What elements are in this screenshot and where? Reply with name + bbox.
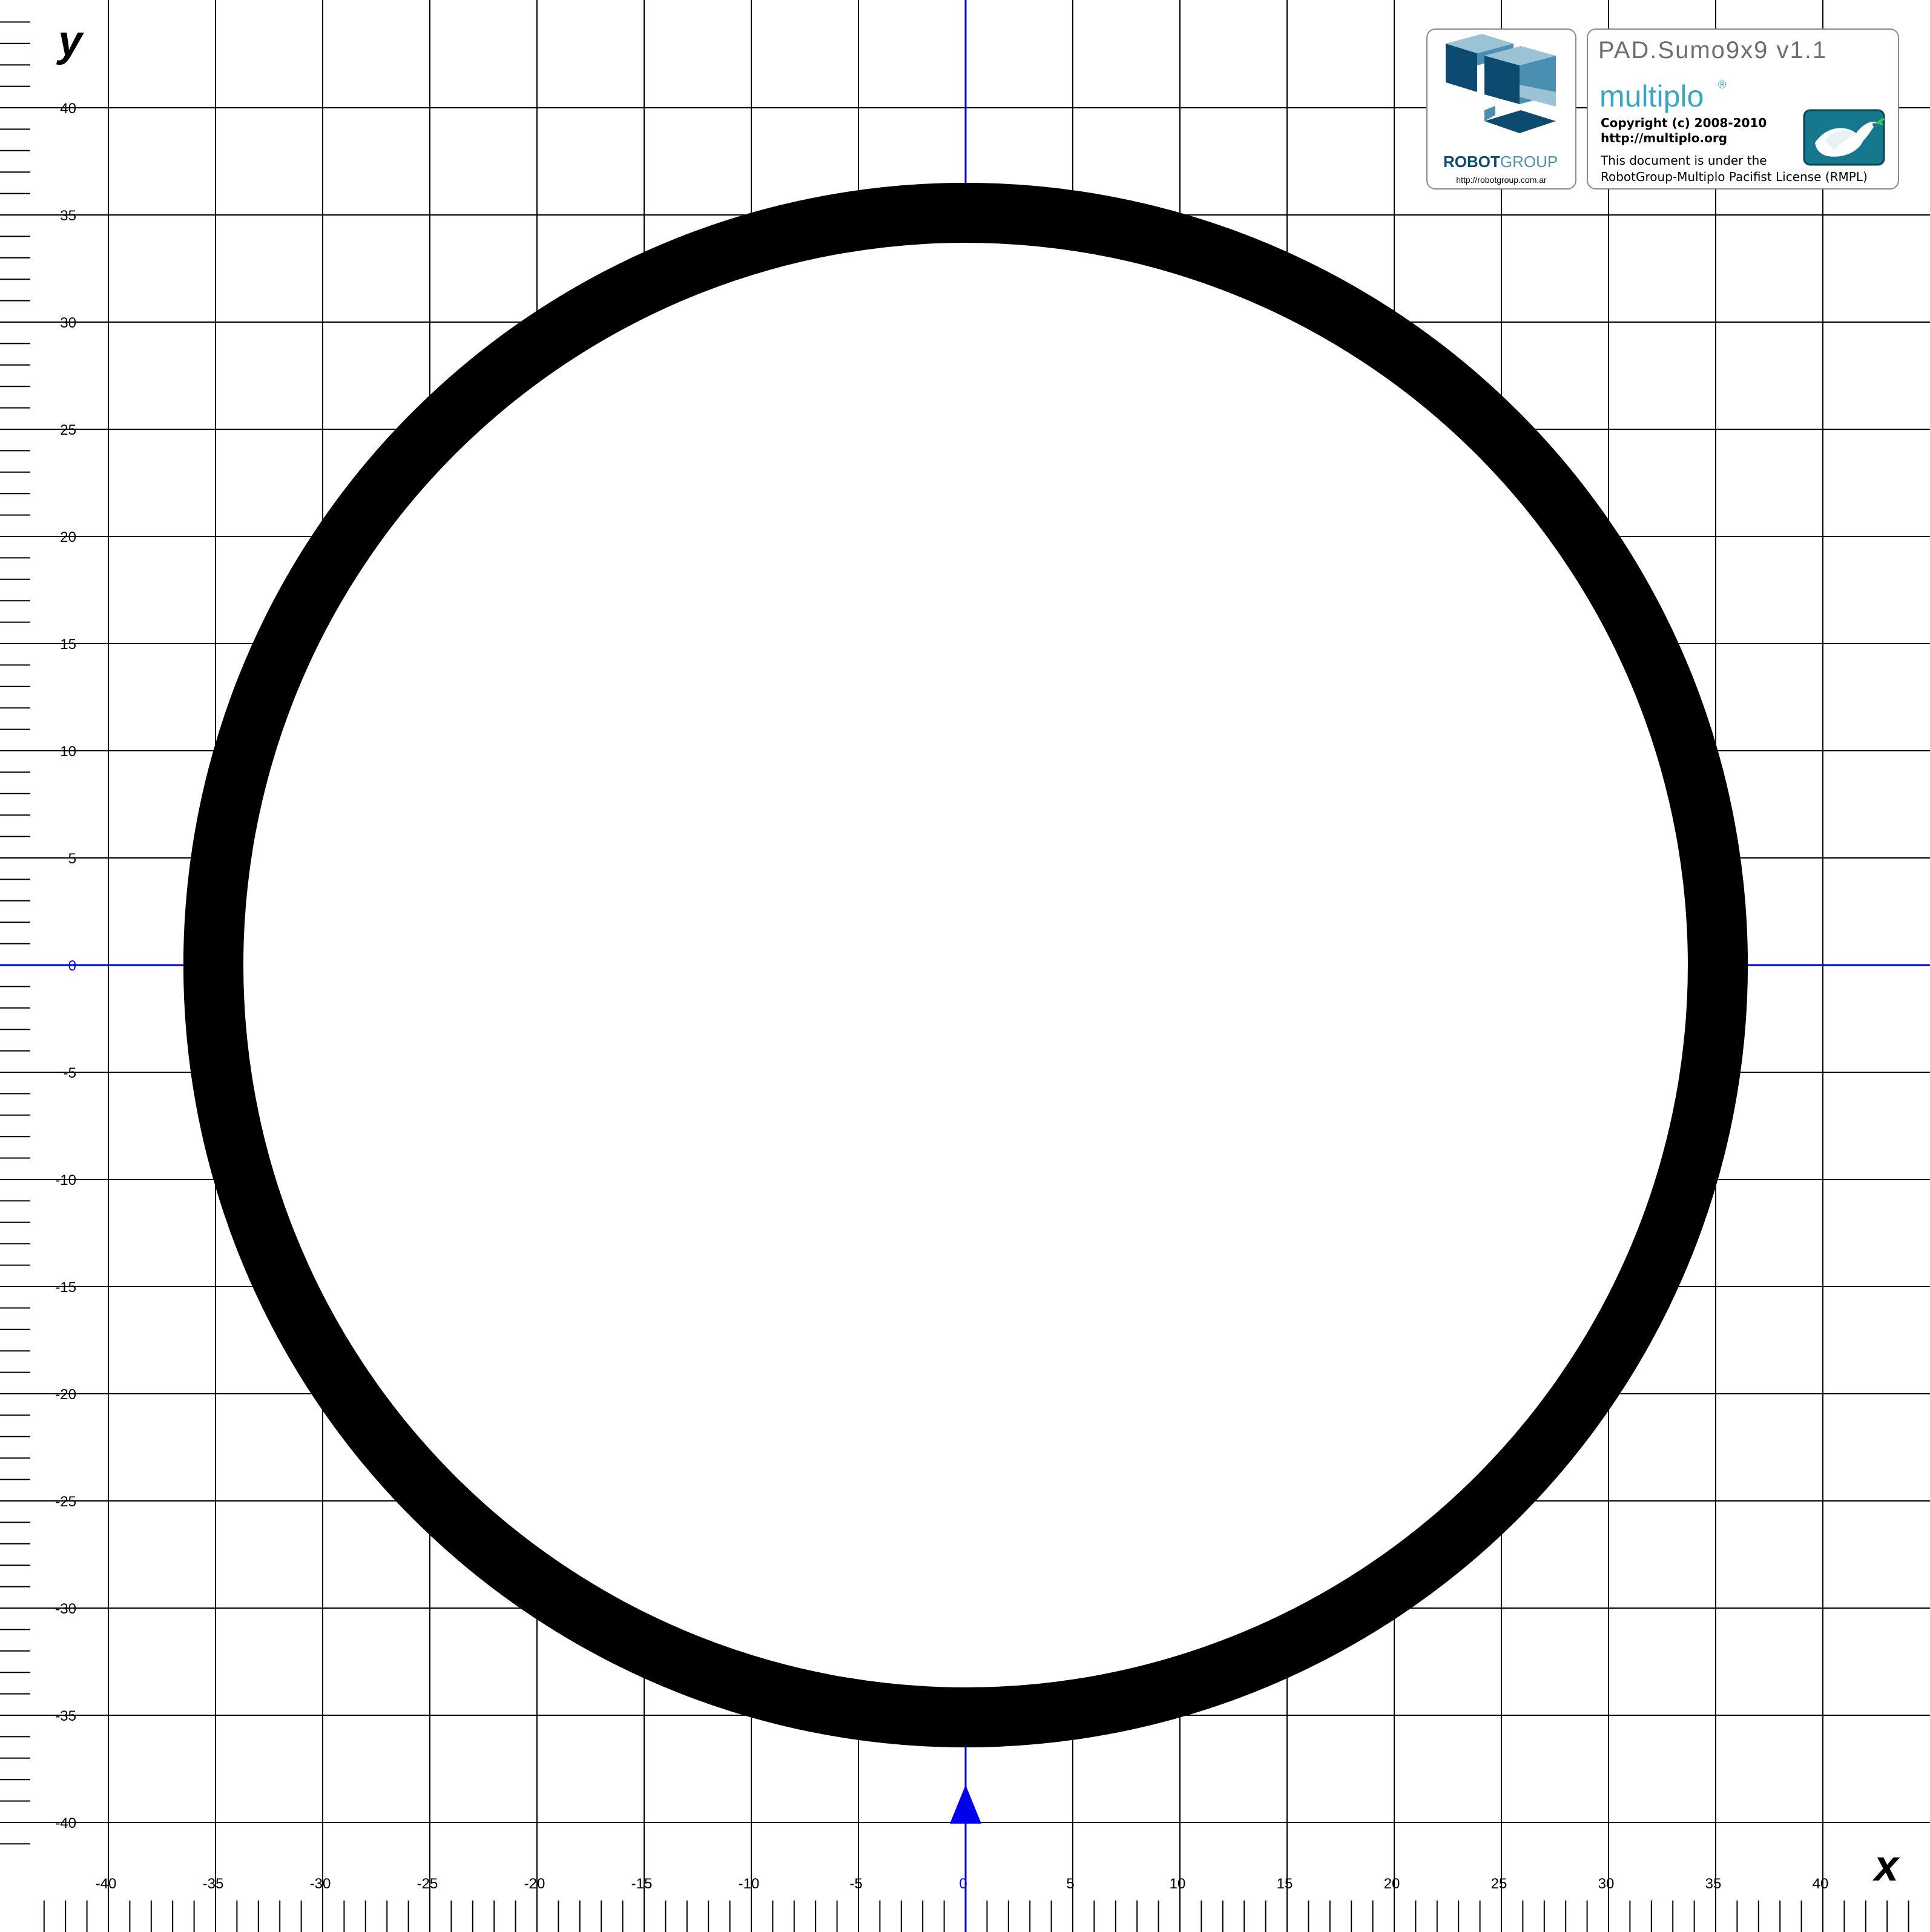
- x-tick-label: 20: [1384, 1876, 1400, 1892]
- x-tick-label: -35: [203, 1876, 224, 1892]
- multiplo-card: PAD.Sumo9x9 v1.1 multiplo ® Copyright (c…: [1587, 28, 1899, 190]
- y-tick-label: 35: [60, 208, 76, 224]
- y-tick-label: -20: [55, 1386, 76, 1403]
- robotgroup-card: ROBOTGROUP http://robotgroup.com.ar: [1426, 28, 1576, 190]
- x-tick-label: -40: [96, 1876, 117, 1892]
- y-tick-label: -15: [55, 1279, 76, 1296]
- x-tick-label: -10: [739, 1876, 760, 1892]
- ring-layer: [183, 182, 1748, 1824]
- license-line-2: RobotGroup-Multiplo Pacifist License (RM…: [1601, 170, 1868, 184]
- y-tick-label: 5: [68, 851, 76, 867]
- x-tick-label: -5: [849, 1876, 862, 1892]
- x-tick-label: 25: [1491, 1876, 1507, 1892]
- sumo-pad-canvas: -40 -35 -30 -25 -20 -15 -10 -5 0 5 10 15 20 25 30 35 40 4…: [0, 0, 1930, 1932]
- robotgroup-name-light: GROUP: [1500, 153, 1558, 171]
- y-tick-label: -40: [55, 1815, 76, 1831]
- x-tick-label: 0: [959, 1876, 967, 1892]
- y-tick-label: -25: [55, 1494, 76, 1510]
- pad-title: PAD.Sumo9x9 v1.1: [1598, 37, 1827, 64]
- y-tick-label: 25: [60, 422, 76, 438]
- peace-dove-icon: [1803, 109, 1885, 166]
- x-tick-label: 5: [1066, 1876, 1074, 1892]
- robotgroup-name-bold: ROBOT: [1443, 153, 1500, 171]
- website-text: http://multiplo.org: [1601, 131, 1727, 145]
- x-tick-label: 30: [1598, 1876, 1615, 1892]
- y-tick-label: 40: [60, 101, 76, 117]
- x-tick-label: -25: [417, 1876, 438, 1892]
- x-tick-label: 35: [1705, 1876, 1722, 1892]
- y-tick-label: -10: [55, 1172, 76, 1189]
- y-tick-label: 10: [60, 743, 76, 760]
- registered-mark: ®: [1718, 79, 1726, 91]
- x-tick-label: -30: [310, 1876, 331, 1892]
- y-tick-label: 20: [60, 529, 76, 546]
- svg-text:ROBOTGROUP: ROBOTGROUP: [1443, 153, 1558, 171]
- x-axis-label: x: [1872, 1842, 1900, 1890]
- license-line-1: This document is under the: [1600, 153, 1767, 168]
- x-tick-label: 10: [1170, 1876, 1186, 1892]
- y-tick-label: 15: [60, 636, 76, 653]
- y-tick-label: -35: [55, 1708, 76, 1724]
- x-tick-label: -20: [524, 1876, 545, 1892]
- x-tick-label: -15: [631, 1876, 653, 1892]
- y-tick-label: 30: [60, 315, 76, 331]
- y-tick-label: -5: [64, 1065, 76, 1081]
- copyright-text: Copyright (c) 2008-2010: [1601, 116, 1767, 130]
- y-tick-label: -30: [55, 1601, 76, 1617]
- x-tick-label: 15: [1277, 1876, 1293, 1892]
- start-position-marker: [950, 1785, 981, 1824]
- multiplo-brand: multiplo: [1599, 79, 1704, 113]
- y-axis-label: y: [56, 17, 85, 65]
- y-tick-label: 0: [68, 958, 76, 974]
- robotgroup-url: http://robotgroup.com.ar: [1456, 175, 1547, 185]
- x-tick-label: 40: [1813, 1876, 1829, 1892]
